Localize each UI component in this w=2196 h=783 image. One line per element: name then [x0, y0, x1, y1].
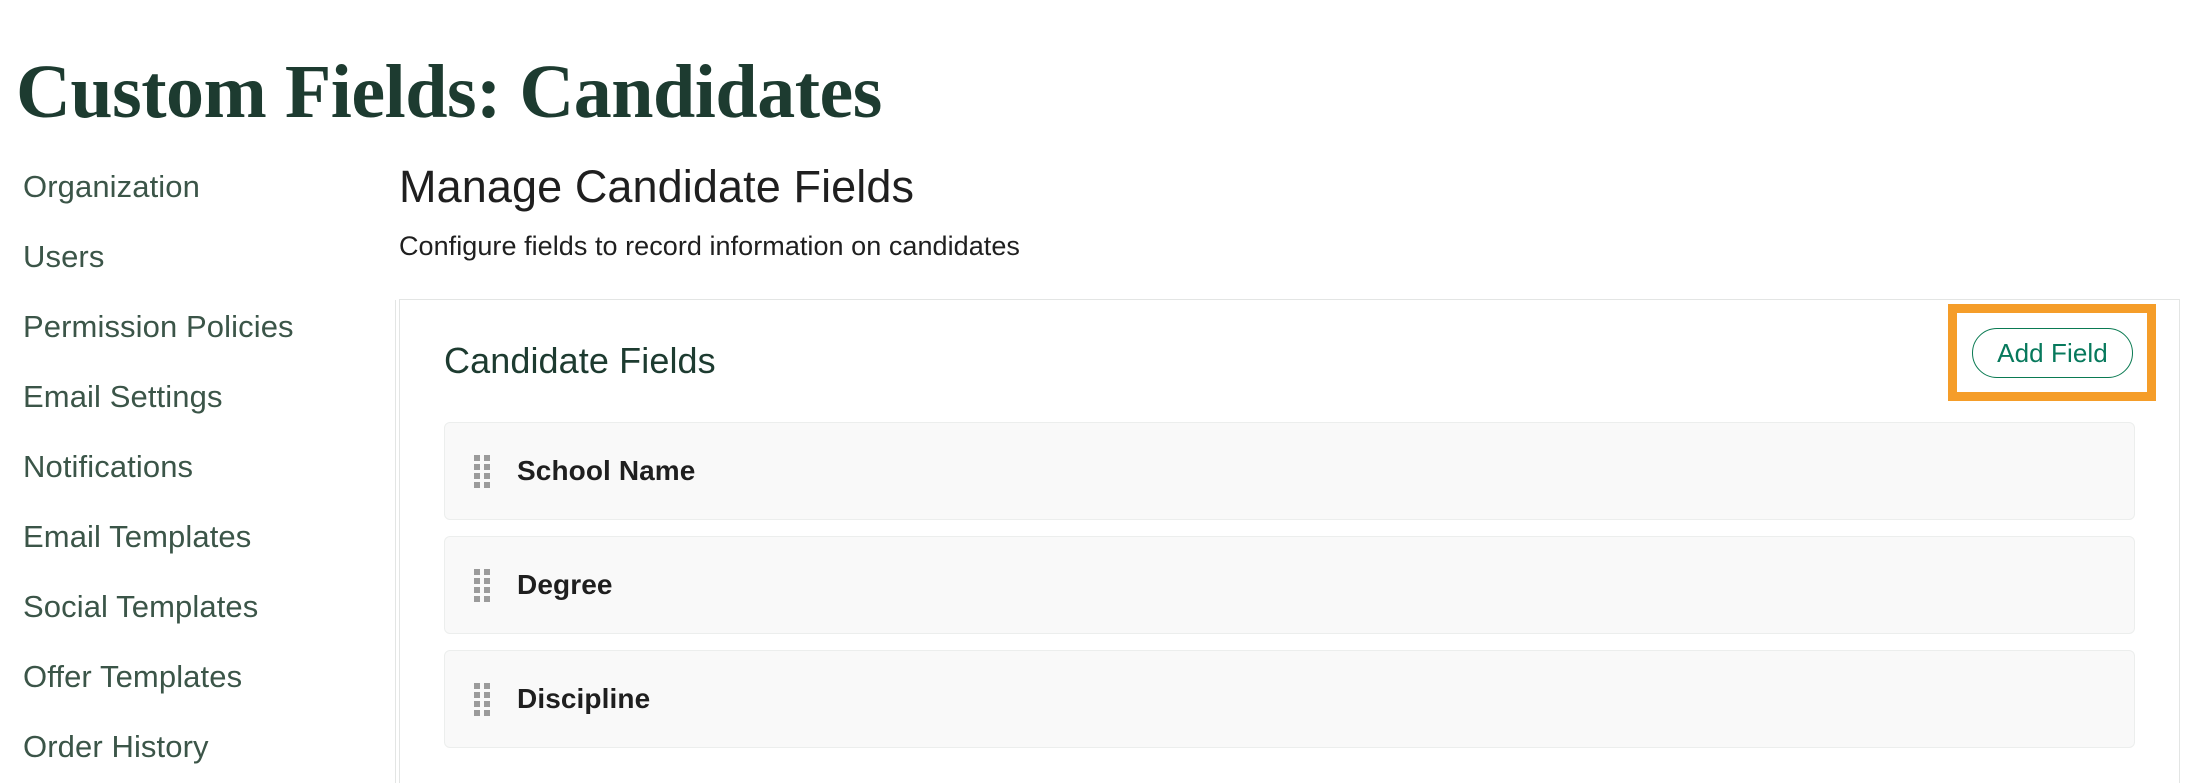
sidebar-item-users[interactable]: Users	[0, 222, 394, 292]
sidebar-item-permission-policies[interactable]: Permission Policies	[0, 292, 394, 362]
drag-handle-icon[interactable]	[474, 455, 490, 488]
sidebar-item-label: Users	[23, 239, 105, 274]
field-row[interactable]: Degree	[444, 536, 2135, 634]
sidebar-item-notifications[interactable]: Notifications	[0, 432, 394, 502]
sidebar-list: Organization Users Permission Policies E…	[0, 152, 394, 782]
sidebar-item-label: Social Templates	[23, 589, 259, 624]
sidebar-item-label: Notifications	[23, 449, 194, 484]
candidate-fields-list: School Name Degree Discipline	[400, 422, 2179, 748]
add-field-button[interactable]: Add Field	[1972, 328, 2133, 378]
sidebar-item-label: Email Settings	[23, 379, 223, 414]
card-title: Candidate Fields	[444, 340, 716, 381]
sidebar-item-email-templates[interactable]: Email Templates	[0, 502, 394, 572]
card-header: Candidate Fields Add Field	[400, 300, 2179, 422]
page-root: Custom Fields: Candidates Organization U…	[0, 0, 2196, 783]
content-heading: Manage Candidate Fields	[399, 161, 915, 212]
sidebar-item-label: Order History	[23, 729, 209, 764]
main-content: Manage Candidate Fields Configure fields…	[399, 150, 2196, 783]
drag-handle-icon[interactable]	[474, 683, 490, 716]
sidebar-item-label: Email Templates	[23, 519, 252, 554]
field-row[interactable]: Discipline	[444, 650, 2135, 748]
sidebar-item-label: Offer Templates	[23, 659, 243, 694]
field-label: School Name	[517, 455, 696, 486]
sidebar-item-label: Permission Policies	[23, 309, 294, 344]
sidebar-item-organization[interactable]: Organization	[0, 152, 394, 222]
page-title: Custom Fields: Candidates	[16, 49, 882, 134]
sidebar-content-divider	[395, 300, 396, 783]
settings-sidebar: Organization Users Permission Policies E…	[0, 152, 394, 783]
sidebar-item-social-templates[interactable]: Social Templates	[0, 572, 394, 642]
sidebar-item-order-history[interactable]: Order History	[0, 712, 394, 782]
field-label: Discipline	[517, 683, 651, 714]
field-row[interactable]: School Name	[444, 422, 2135, 520]
sidebar-item-email-settings[interactable]: Email Settings	[0, 362, 394, 432]
sidebar-item-label: Organization	[23, 169, 200, 204]
sidebar-item-offer-templates[interactable]: Offer Templates	[0, 642, 394, 712]
candidate-fields-card: Candidate Fields Add Field School Name D…	[399, 299, 2180, 783]
content-subheading: Configure fields to record information o…	[399, 230, 1020, 261]
drag-handle-icon[interactable]	[474, 569, 490, 602]
field-label: Degree	[517, 569, 613, 600]
